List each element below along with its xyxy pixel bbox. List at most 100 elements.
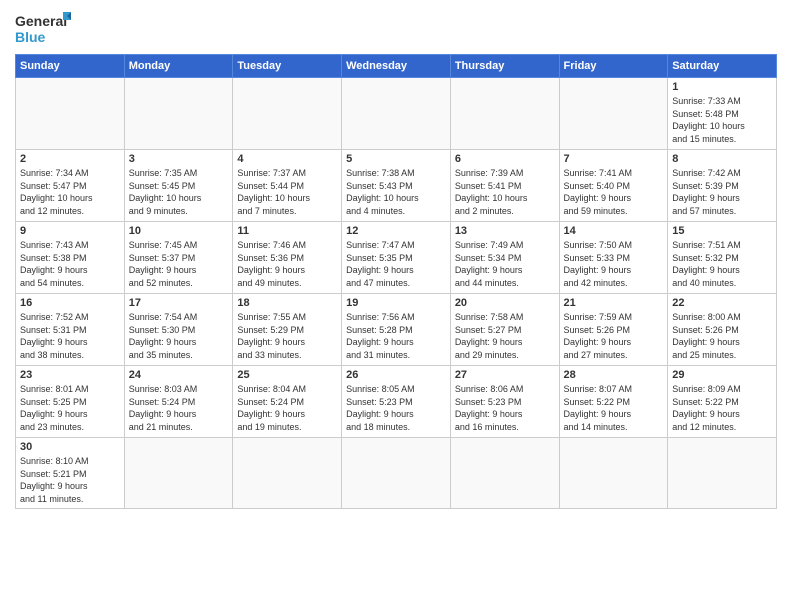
day-number: 15 <box>672 225 772 237</box>
day-info: Sunrise: 7:45 AMSunset: 5:37 PMDaylight:… <box>129 239 229 289</box>
day-number: 28 <box>564 369 664 381</box>
day-cell <box>124 438 233 509</box>
day-number: 16 <box>20 297 120 309</box>
logo: General Blue <box>15 10 75 48</box>
logo-svg: General Blue <box>15 10 75 48</box>
day-cell <box>342 78 451 150</box>
day-info: Sunrise: 8:06 AMSunset: 5:23 PMDaylight:… <box>455 383 555 433</box>
day-number: 25 <box>237 369 337 381</box>
day-info: Sunrise: 7:55 AMSunset: 5:29 PMDaylight:… <box>237 311 337 361</box>
day-cell: 30 Sunrise: 8:10 AMSunset: 5:21 PMDayligh… <box>16 438 125 509</box>
day-info: Sunrise: 7:37 AMSunset: 5:44 PMDaylight:… <box>237 167 337 217</box>
week-row-6: 30 Sunrise: 8:10 AMSunset: 5:21 PMDayligh… <box>16 438 777 509</box>
day-number: 22 <box>672 297 772 309</box>
day-number: 24 <box>129 369 229 381</box>
day-number: 23 <box>20 369 120 381</box>
day-number: 2 <box>20 153 120 165</box>
day-info: Sunrise: 7:51 AMSunset: 5:32 PMDaylight:… <box>672 239 772 289</box>
day-info: Sunrise: 8:00 AMSunset: 5:26 PMDaylight:… <box>672 311 772 361</box>
day-cell: 29Sunrise: 8:09 AMSunset: 5:22 PMDayligh… <box>668 366 777 438</box>
week-row-1: 1 Sunrise: 7:33 AMSunset: 5:48 PMDaylight… <box>16 78 777 150</box>
svg-text:Blue: Blue <box>15 29 46 45</box>
header-wednesday: Wednesday <box>342 55 451 78</box>
day-cell <box>16 78 125 150</box>
day-number: 7 <box>564 153 664 165</box>
day-info: Sunrise: 7:43 AMSunset: 5:38 PMDaylight:… <box>20 239 120 289</box>
day-info: Sunrise: 7:54 AMSunset: 5:30 PMDaylight:… <box>129 311 229 361</box>
day-number: 26 <box>346 369 446 381</box>
week-row-3: 9 Sunrise: 7:43 AMSunset: 5:38 PMDaylight… <box>16 222 777 294</box>
header-monday: Monday <box>124 55 233 78</box>
week-row-2: 2Sunrise: 7:34 AMSunset: 5:47 PMDaylight… <box>16 150 777 222</box>
day-cell: 22 Sunrise: 8:00 AMSunset: 5:26 PMDayligh… <box>668 294 777 366</box>
day-info: Sunrise: 8:05 AMSunset: 5:23 PMDaylight:… <box>346 383 446 433</box>
day-number: 6 <box>455 153 555 165</box>
day-info: Sunrise: 7:42 AMSunset: 5:39 PMDaylight:… <box>672 167 772 217</box>
day-number: 19 <box>346 297 446 309</box>
day-cell: 12 Sunrise: 7:47 AMSunset: 5:35 PMDayligh… <box>342 222 451 294</box>
day-number: 11 <box>237 225 337 237</box>
day-cell: 1 Sunrise: 7:33 AMSunset: 5:48 PMDaylight… <box>668 78 777 150</box>
day-cell <box>668 438 777 509</box>
day-info: Sunrise: 8:07 AMSunset: 5:22 PMDaylight:… <box>564 383 664 433</box>
day-number: 8 <box>672 153 772 165</box>
day-info: Sunrise: 7:39 AMSunset: 5:41 PMDaylight:… <box>455 167 555 217</box>
day-cell: 28 Sunrise: 8:07 AMSunset: 5:22 PMDayligh… <box>559 366 668 438</box>
header-saturday: Saturday <box>668 55 777 78</box>
day-info: Sunrise: 8:04 AMSunset: 5:24 PMDaylight:… <box>237 383 337 433</box>
day-cell: 17Sunrise: 7:54 AMSunset: 5:30 PMDayligh… <box>124 294 233 366</box>
day-cell <box>559 78 668 150</box>
day-number: 27 <box>455 369 555 381</box>
page-header: General Blue <box>15 10 777 48</box>
day-number: 21 <box>564 297 664 309</box>
day-number: 10 <box>129 225 229 237</box>
day-number: 12 <box>346 225 446 237</box>
day-number: 14 <box>564 225 664 237</box>
day-cell: 24 Sunrise: 8:03 AMSunset: 5:24 PMDayligh… <box>124 366 233 438</box>
day-cell: 20Sunrise: 7:58 AMSunset: 5:27 PMDayligh… <box>450 294 559 366</box>
day-cell: 4 Sunrise: 7:37 AMSunset: 5:44 PMDaylight… <box>233 150 342 222</box>
day-info: Sunrise: 7:47 AMSunset: 5:35 PMDaylight:… <box>346 239 446 289</box>
day-info: Sunrise: 7:33 AMSunset: 5:48 PMDaylight:… <box>672 95 772 145</box>
day-info: Sunrise: 7:50 AMSunset: 5:33 PMDaylight:… <box>564 239 664 289</box>
day-cell: 5Sunrise: 7:38 AMSunset: 5:43 PMDaylight… <box>342 150 451 222</box>
day-number: 3 <box>129 153 229 165</box>
day-cell: 6 Sunrise: 7:39 AMSunset: 5:41 PMDaylight… <box>450 150 559 222</box>
day-number: 5 <box>346 153 446 165</box>
day-info: Sunrise: 7:49 AMSunset: 5:34 PMDaylight:… <box>455 239 555 289</box>
day-cell: 26 Sunrise: 8:05 AMSunset: 5:23 PMDayligh… <box>342 366 451 438</box>
day-cell <box>233 78 342 150</box>
day-info: Sunrise: 8:01 AMSunset: 5:25 PMDaylight:… <box>20 383 120 433</box>
day-cell: 3 Sunrise: 7:35 AMSunset: 5:45 PMDaylight… <box>124 150 233 222</box>
week-row-5: 23 Sunrise: 8:01 AMSunset: 5:25 PMDayligh… <box>16 366 777 438</box>
day-info: Sunrise: 8:09 AMSunset: 5:22 PMDaylight:… <box>672 383 772 433</box>
day-cell: 7Sunrise: 7:41 AMSunset: 5:40 PMDaylight… <box>559 150 668 222</box>
day-cell: 2Sunrise: 7:34 AMSunset: 5:47 PMDaylight… <box>16 150 125 222</box>
calendar-table: SundayMondayTuesdayWednesdayThursdayFrid… <box>15 54 777 509</box>
day-cell: 21 Sunrise: 7:59 AMSunset: 5:26 PMDayligh… <box>559 294 668 366</box>
day-cell: 14 Sunrise: 7:50 AMSunset: 5:33 PMDayligh… <box>559 222 668 294</box>
day-cell <box>233 438 342 509</box>
day-info: Sunrise: 7:35 AMSunset: 5:45 PMDaylight:… <box>129 167 229 217</box>
day-cell: 9 Sunrise: 7:43 AMSunset: 5:38 PMDaylight… <box>16 222 125 294</box>
day-info: Sunrise: 8:03 AMSunset: 5:24 PMDaylight:… <box>129 383 229 433</box>
week-row-4: 16 Sunrise: 7:52 AMSunset: 5:31 PMDayligh… <box>16 294 777 366</box>
day-cell: 25 Sunrise: 8:04 AMSunset: 5:24 PMDayligh… <box>233 366 342 438</box>
day-cell: 27 Sunrise: 8:06 AMSunset: 5:23 PMDayligh… <box>450 366 559 438</box>
header-sunday: Sunday <box>16 55 125 78</box>
day-number: 1 <box>672 81 772 93</box>
calendar-header-row: SundayMondayTuesdayWednesdayThursdayFrid… <box>16 55 777 78</box>
day-number: 9 <box>20 225 120 237</box>
day-cell: 11 Sunrise: 7:46 AMSunset: 5:36 PMDayligh… <box>233 222 342 294</box>
day-info: Sunrise: 7:46 AMSunset: 5:36 PMDaylight:… <box>237 239 337 289</box>
day-cell <box>450 78 559 150</box>
day-number: 20 <box>455 297 555 309</box>
day-number: 30 <box>20 441 120 453</box>
day-info: Sunrise: 8:10 AMSunset: 5:21 PMDaylight:… <box>20 455 120 505</box>
day-number: 13 <box>455 225 555 237</box>
day-info: Sunrise: 7:52 AMSunset: 5:31 PMDaylight:… <box>20 311 120 361</box>
day-cell: 10 Sunrise: 7:45 AMSunset: 5:37 PMDayligh… <box>124 222 233 294</box>
day-number: 4 <box>237 153 337 165</box>
day-cell <box>124 78 233 150</box>
day-info: Sunrise: 7:59 AMSunset: 5:26 PMDaylight:… <box>564 311 664 361</box>
